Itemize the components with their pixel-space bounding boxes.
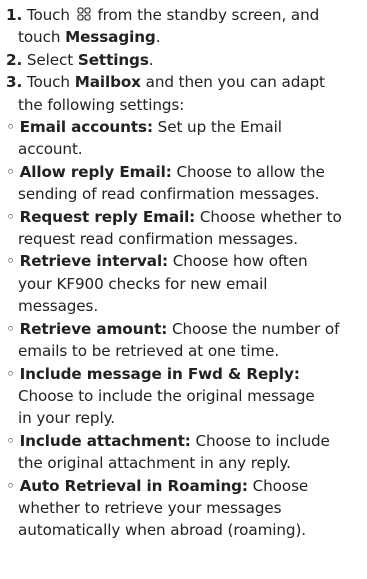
bullet-marker: ◦ bbox=[6, 319, 15, 338]
bullet-marker: ◦ bbox=[6, 431, 15, 450]
setting-auto-retrieval-roaming-cont: automatically when abroad (roaming). bbox=[6, 519, 361, 541]
step-1-line-2: touch Messaging. bbox=[6, 26, 361, 48]
menu-grid-icon bbox=[77, 7, 91, 21]
setting-allow-reply-email: ◦ Allow reply Email: Choose to allow the bbox=[6, 161, 361, 183]
setting-desc: messages. bbox=[18, 297, 99, 316]
step-1-text-b: from the standby screen, and bbox=[97, 6, 320, 24]
setting-label: Retrieve interval: bbox=[19, 252, 169, 271]
bullet-marker: ◦ bbox=[6, 364, 15, 383]
setting-label: Request reply Email: bbox=[19, 207, 196, 226]
setting-include-message-cont: in your reply. bbox=[6, 407, 361, 429]
step-2-line: 2. Select Settings. bbox=[6, 49, 361, 71]
step-3-line-2: the following settings: bbox=[6, 94, 361, 116]
bullet-marker: ◦ bbox=[6, 118, 15, 137]
setting-desc: Choose to include bbox=[195, 431, 330, 450]
step-3-text-c: the following settings: bbox=[18, 95, 185, 114]
setting-auto-retrieval-roaming: ◦ Auto Retrieval in Roaming: Choose bbox=[6, 475, 361, 497]
setting-include-attachment-cont: the original attachment in any reply. bbox=[6, 452, 361, 474]
setting-label: Email accounts: bbox=[19, 118, 153, 137]
step-2-text: Select bbox=[26, 50, 74, 69]
step-1-line-1: 1. Touch from the standby screen, and bbox=[6, 4, 361, 26]
setting-desc: Choose to include the original message bbox=[18, 386, 315, 405]
bullet-marker: ◦ bbox=[6, 476, 15, 495]
setting-label: Retrieve amount: bbox=[19, 319, 168, 338]
setting-desc: Choose how often bbox=[172, 252, 308, 271]
manual-page: 1. Touch from the standby screen, and to… bbox=[0, 0, 367, 542]
setting-label: Auto Retrieval in Roaming: bbox=[19, 476, 248, 495]
setting-retrieve-amount-cont: emails to be retrieved at one time. bbox=[6, 340, 361, 362]
setting-retrieve-interval-cont: your KF900 checks for new email bbox=[6, 273, 361, 295]
bullet-marker: ◦ bbox=[6, 162, 15, 181]
bullet-marker: ◦ bbox=[6, 207, 15, 226]
setting-include-message: ◦ Include message in Fwd & Reply: bbox=[6, 363, 361, 385]
setting-desc: sending of read confirmation messages. bbox=[18, 185, 320, 204]
setting-auto-retrieval-roaming-cont: whether to retrieve your messages bbox=[6, 497, 361, 519]
step-3-text-a: Touch bbox=[26, 73, 70, 92]
setting-desc: request read confirmation messages. bbox=[18, 230, 298, 249]
setting-desc: account. bbox=[18, 140, 83, 159]
bullet-marker: ◦ bbox=[6, 252, 15, 271]
step-3-text-b: and then you can adapt bbox=[145, 73, 325, 92]
setting-desc: emails to be retrieved at one time. bbox=[18, 342, 280, 361]
setting-email-accounts-cont: account. bbox=[6, 138, 361, 160]
setting-allow-reply-email-cont: sending of read confirmation messages. bbox=[6, 183, 361, 205]
setting-include-message-cont: Choose to include the original message bbox=[6, 385, 361, 407]
step-1-number: 1. bbox=[6, 6, 23, 24]
step-2-number: 2. bbox=[6, 50, 23, 69]
setting-request-reply-email: ◦ Request reply Email: Choose whether to bbox=[6, 206, 361, 228]
setting-desc: Choose whether to bbox=[199, 207, 342, 226]
setting-desc: Set up the Email bbox=[157, 118, 282, 137]
step-1-text-a: Touch bbox=[26, 6, 70, 24]
setting-desc: Choose the number of bbox=[171, 319, 340, 338]
setting-desc: your KF900 checks for new email bbox=[18, 274, 268, 293]
setting-label: Include attachment: bbox=[19, 431, 191, 450]
setting-desc: Choose bbox=[252, 476, 309, 495]
setting-desc: in your reply. bbox=[18, 409, 116, 428]
setting-label: Include message in Fwd & Reply: bbox=[19, 364, 300, 383]
step-3-line-1: 3. Touch Mailbox and then you can adapt bbox=[6, 71, 361, 93]
setting-retrieve-interval: ◦ Retrieve interval: Choose how often bbox=[6, 250, 361, 272]
step-2-end: . bbox=[148, 50, 154, 69]
step-2-bold: Settings bbox=[77, 50, 149, 69]
setting-desc: the original attachment in any reply. bbox=[18, 454, 291, 473]
step-3-bold: Mailbox bbox=[74, 73, 141, 92]
step-1-end: . bbox=[155, 28, 161, 47]
setting-desc: automatically when abroad (roaming). bbox=[18, 521, 307, 540]
setting-retrieve-amount: ◦ Retrieve amount: Choose the number of bbox=[6, 318, 361, 340]
setting-request-reply-email-cont: request read confirmation messages. bbox=[6, 228, 361, 250]
setting-desc: Choose to allow the bbox=[176, 162, 325, 181]
setting-email-accounts: ◦ Email accounts: Set up the Email bbox=[6, 116, 361, 138]
step-1-text-c: touch bbox=[18, 28, 61, 47]
step-3-number: 3. bbox=[6, 73, 23, 92]
setting-include-attachment: ◦ Include attachment: Choose to include bbox=[6, 430, 361, 452]
setting-desc: whether to retrieve your messages bbox=[18, 498, 282, 517]
setting-label: Allow reply Email: bbox=[19, 162, 172, 181]
setting-retrieve-interval-cont: messages. bbox=[6, 295, 361, 317]
step-1-bold: Messaging bbox=[65, 28, 156, 47]
